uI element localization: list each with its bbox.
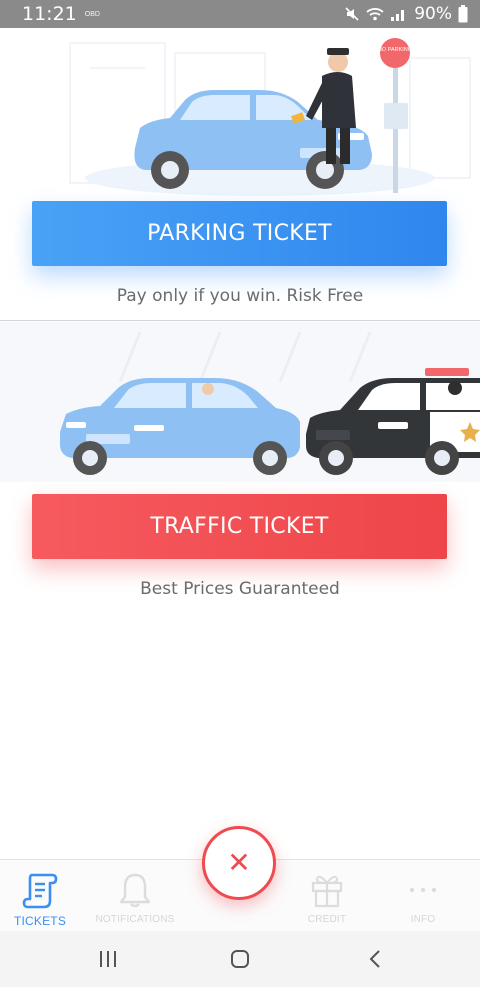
no-parking-sign-text: NO PARKING xyxy=(378,47,412,53)
home-button[interactable] xyxy=(210,931,270,987)
close-icon: ✕ xyxy=(227,846,251,879)
status-icons: 90% xyxy=(344,4,468,24)
nav-label-info: INFO xyxy=(410,914,436,925)
system-navigation-bar xyxy=(0,931,480,987)
status-carrier-tag: OBD xyxy=(84,10,100,18)
back-button[interactable] xyxy=(346,931,406,987)
recent-apps-button[interactable] xyxy=(78,931,138,987)
more-dots-icon xyxy=(409,887,437,893)
nav-label-tickets: TICKETS xyxy=(13,914,67,928)
app-screen: 11:21 OBD 90% NO PARKING PARKING TICKET … xyxy=(0,0,480,987)
wifi-icon xyxy=(366,8,384,21)
nav-label-credit: CREDIT xyxy=(307,914,347,925)
traffic-ticket-button[interactable]: TRAFFIC TICKET xyxy=(32,494,447,559)
ticket-scroll-icon xyxy=(22,873,58,909)
traffic-illustration xyxy=(0,322,480,482)
gift-icon xyxy=(311,875,343,908)
close-fab-button[interactable]: ✕ xyxy=(202,826,276,900)
status-bar: 11:21 OBD 90% xyxy=(0,0,480,28)
mute-icon xyxy=(345,7,359,21)
nav-item-credit[interactable]: CREDIT xyxy=(287,860,367,932)
bell-icon xyxy=(119,873,151,908)
nav-label-notifications: NOTIFICATIONS xyxy=(95,914,175,925)
battery-percent: 90% xyxy=(414,4,452,24)
nav-item-notifications[interactable]: NOTIFICATIONS xyxy=(95,860,175,932)
parking-ticket-button[interactable]: PARKING TICKET xyxy=(32,201,447,266)
nav-item-tickets[interactable]: TICKETS xyxy=(0,860,80,932)
signal-icon xyxy=(391,10,405,21)
recent-apps-icon xyxy=(100,951,116,967)
parking-tagline: Pay only if you win. Risk Free xyxy=(116,286,364,306)
back-icon xyxy=(369,950,380,968)
nav-item-info[interactable]: INFO xyxy=(383,860,463,932)
traffic-tagline: Best Prices Guaranteed xyxy=(140,579,340,599)
parking-illustration: NO PARKING xyxy=(0,28,480,200)
status-time: 11:21 xyxy=(22,3,77,25)
section-divider xyxy=(0,320,480,321)
home-icon xyxy=(231,950,249,968)
battery-icon xyxy=(458,5,468,23)
